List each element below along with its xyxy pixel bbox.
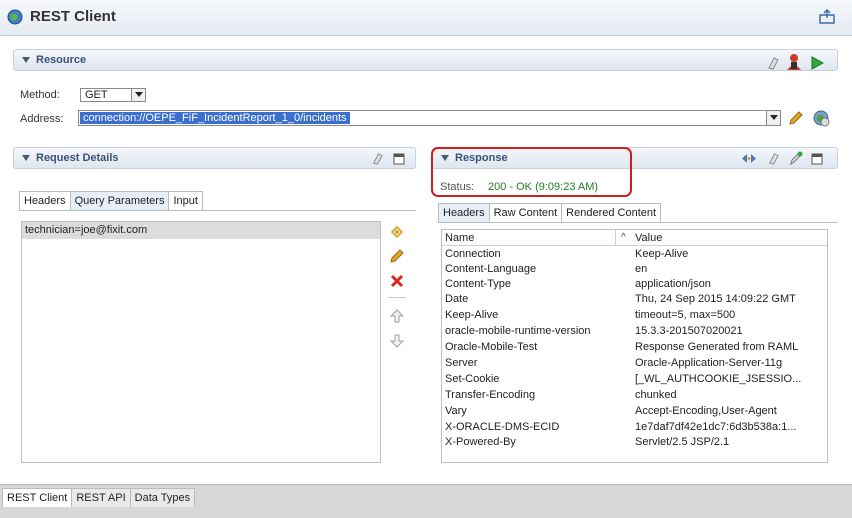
method-select[interactable]: GET <box>80 88 146 102</box>
table-row[interactable]: Content-Type application/json <box>442 277 827 292</box>
tab-rest-client[interactable]: REST Client <box>2 488 73 507</box>
tab-query-parameters[interactable]: Query Parameters <box>69 191 170 210</box>
header-name: Server <box>445 357 478 369</box>
table-row[interactable]: X-Powered-By Servlet/2.5 JSP/2.1 <box>442 435 827 450</box>
header-value: Thu, 24 Sep 2015 14:09:22 GMT <box>635 293 796 305</box>
chevron-down-icon[interactable] <box>766 111 780 125</box>
header-name: Vary <box>445 405 467 417</box>
resource-section-header[interactable]: Resource <box>13 49 838 71</box>
eraser-icon[interactable] <box>766 56 780 70</box>
status-value: 200 - OK (9:09:23 AM) <box>488 181 599 193</box>
header-name: Content-Type <box>445 278 512 290</box>
header-value: 1e7daf7df42e1dc7:6d3b538a:1... <box>635 421 797 433</box>
table-row[interactable]: Set-Cookie [_WL_AUTHCOOKIE_JSESSIO... <box>442 372 827 387</box>
header-value: Keep-Alive <box>635 248 689 260</box>
header-name: Keep-Alive <box>445 309 499 321</box>
address-label: Address: <box>20 113 64 125</box>
play-icon[interactable] <box>810 56 824 70</box>
table-row[interactable]: Server Oracle-Application-Server-11g <box>442 356 827 371</box>
tab-divider <box>19 210 416 211</box>
list-item[interactable]: technician=joe@fixit.com <box>22 222 380 239</box>
collapse-icon[interactable] <box>22 57 30 63</box>
tab-rendered-content[interactable]: Rendered Content <box>561 203 662 222</box>
tab-headers[interactable]: Headers <box>19 191 71 210</box>
table-row[interactable]: oracle-mobile-runtime-version 15.3.3-201… <box>442 324 827 339</box>
eraser-icon[interactable] <box>767 152 780 165</box>
status-label: Status: <box>440 181 475 193</box>
tab-rest-api[interactable]: REST API <box>71 488 131 507</box>
header-value: Response Generated from RAML <box>635 341 799 353</box>
address-field[interactable]: connection://OEPE_FiF_IncidentReport_1_0… <box>78 110 781 126</box>
table-row[interactable]: Connection Keep-Alive <box>442 247 827 262</box>
app-title: REST Client <box>30 8 116 25</box>
request-details-header[interactable]: Request Details <box>13 147 416 169</box>
column-header-value[interactable]: Value <box>635 232 662 244</box>
table-row[interactable]: X-ORACLE-DMS-ECID 1e7daf7df42e1dc7:6d3b5… <box>442 420 827 435</box>
header-name: Set-Cookie <box>445 373 500 385</box>
navigate-icon[interactable] <box>741 152 757 165</box>
response-tabs: Headers Raw Content Rendered Content <box>438 203 662 222</box>
header-name: Content-Language <box>445 263 537 275</box>
tab-raw-content[interactable]: Raw Content <box>488 203 563 222</box>
header-value: 15.3.3-201507020021 <box>635 325 743 337</box>
header-name: Oracle-Mobile-Test <box>445 341 538 353</box>
column-divider[interactable] <box>615 230 616 246</box>
tab-input[interactable]: Input <box>168 191 203 210</box>
header-name: Date <box>445 293 469 305</box>
header-name: Transfer-Encoding <box>445 389 536 401</box>
header-name: Connection <box>445 248 501 260</box>
pencil-icon[interactable] <box>788 110 804 126</box>
move-up-icon[interactable] <box>389 308 405 324</box>
table-row[interactable]: Keep-Alive timeout=5, max=500 <box>442 308 827 323</box>
request-details-title: Request Details <box>36 152 119 164</box>
query-parameters-list[interactable]: technician=joe@fixit.com <box>21 221 381 463</box>
response-headers-table[interactable]: Name ^ Value Connection Keep-Alive Conte… <box>441 229 828 463</box>
header-name: X-Powered-By <box>445 436 516 448</box>
header-value: [_WL_AUTHCOOKIE_JSESSIO... <box>635 373 802 385</box>
header-name: X-ORACLE-DMS-ECID <box>445 421 560 433</box>
method-label: Method: <box>20 89 60 101</box>
table-row[interactable]: Content-Language en <box>442 262 827 277</box>
toolbar-divider <box>388 297 406 298</box>
delete-icon[interactable] <box>389 273 405 289</box>
resource-title: Resource <box>36 54 87 66</box>
column-header-name[interactable]: Name <box>445 232 474 244</box>
pin-icon[interactable] <box>789 151 803 165</box>
header-value: application/json <box>635 278 711 290</box>
user-icon[interactable] <box>786 53 802 71</box>
table-row[interactable]: Oracle-Mobile-Test Response Generated fr… <box>442 340 827 355</box>
collapse-icon[interactable] <box>22 155 30 161</box>
header-value: Oracle-Application-Server-11g <box>635 357 783 369</box>
method-value: GET <box>85 89 108 101</box>
maximize-icon[interactable] <box>811 153 823 165</box>
address-value[interactable]: connection://OEPE_FiF_IncidentReport_1_0… <box>80 112 350 124</box>
chevron-down-icon[interactable] <box>131 89 145 101</box>
tab-response-headers[interactable]: Headers <box>438 203 490 222</box>
table-row[interactable]: Vary Accept-Encoding,User-Agent <box>442 404 827 419</box>
header-value: Accept-Encoding,User-Agent <box>635 405 777 417</box>
move-down-icon[interactable] <box>389 333 405 349</box>
sort-ascending-icon[interactable]: ^ <box>621 232 626 243</box>
editor-tabs: REST Client REST API Data Types <box>2 488 196 507</box>
header-value: chunked <box>635 389 677 401</box>
table-header: Name ^ Value <box>442 230 827 246</box>
web-browser-icon[interactable] <box>812 109 830 127</box>
export-icon[interactable] <box>818 9 836 25</box>
maximize-icon[interactable] <box>393 153 405 165</box>
globe-rest-icon <box>7 9 23 25</box>
header-name: oracle-mobile-runtime-version <box>445 325 591 337</box>
tab-divider <box>438 222 838 223</box>
table-row[interactable]: Date Thu, 24 Sep 2015 14:09:22 GMT <box>442 292 827 307</box>
header-value: en <box>635 263 648 275</box>
request-tabs: Headers Query Parameters Input <box>19 191 203 210</box>
table-row[interactable]: Transfer-Encoding chunked <box>442 388 827 403</box>
tab-data-types[interactable]: Data Types <box>129 488 196 507</box>
add-param-icon[interactable] <box>389 224 405 240</box>
header-value: Servlet/2.5 JSP/2.1 <box>635 436 730 448</box>
title-bar <box>0 0 852 36</box>
eraser-icon[interactable] <box>371 152 384 165</box>
pencil-icon[interactable] <box>389 248 405 264</box>
header-value: timeout=5, max=500 <box>635 309 736 321</box>
